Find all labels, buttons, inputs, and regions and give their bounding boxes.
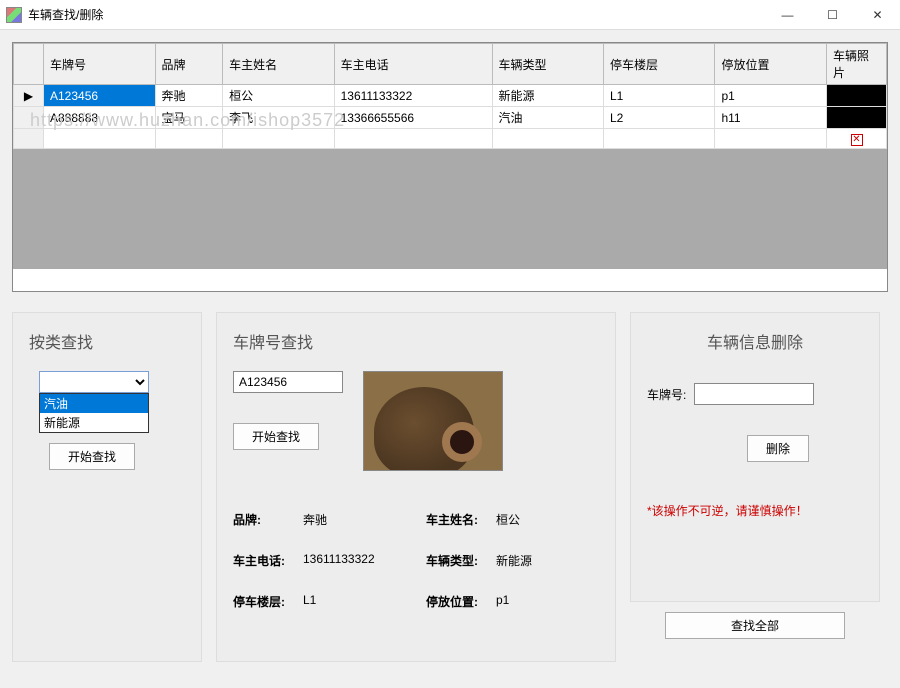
table-row[interactable]: ▶ A123456 奔驰 桓公 13611133322 新能源 L1 p1 [14, 85, 887, 107]
value-brand: 奔驰 [303, 511, 327, 528]
bottom-panels: 按类查找 汽油 新能源 开始查找 车牌号查找 开始查找 [12, 312, 888, 662]
maximize-button[interactable]: ☐ [810, 0, 855, 30]
vehicle-details-grid: 品牌: 奔驰 车主姓名: 桓公 车主电话: 13611133322 车辆类型: … [233, 511, 599, 610]
cell-pos[interactable]: h11 [715, 107, 827, 129]
cell-photo-placeholder[interactable]: ✕ [827, 129, 887, 149]
plate-search-input[interactable] [233, 371, 343, 393]
cell-photo[interactable] [827, 107, 887, 129]
window-title: 车辆查找/删除 [28, 6, 765, 23]
vehicle-data-grid[interactable]: 车牌号 品牌 车主姓名 车主电话 车辆类型 停车楼层 停放位置 车辆照片 ▶ A… [13, 43, 887, 149]
cell-type[interactable]: 汽油 [492, 107, 603, 129]
category-combobox[interactable] [39, 371, 149, 393]
col-photo[interactable]: 车辆照片 [827, 44, 887, 85]
col-floor[interactable]: 停车楼层 [603, 44, 714, 85]
content-area: https://www.huzhan.com/ishop3572 车牌号 品牌 … [0, 30, 900, 688]
grid-empty-area [13, 149, 887, 269]
label-owner: 车主姓名: [426, 511, 486, 528]
cell-owner[interactable]: 桓公 [223, 85, 334, 107]
cell-phone[interactable]: 13611133322 [334, 85, 492, 107]
minimize-button[interactable]: — [765, 0, 810, 30]
value-floor: L1 [303, 593, 316, 610]
plate-panel-title: 车牌号查找 [233, 329, 599, 353]
category-search-panel: 按类查找 汽油 新能源 开始查找 [12, 312, 202, 662]
window-controls: — ☐ ✕ [765, 0, 900, 30]
category-search-button[interactable]: 开始查找 [49, 443, 135, 470]
cell-type[interactable]: 新能源 [492, 85, 603, 107]
delete-plate-input[interactable] [694, 383, 814, 405]
cell-floor[interactable]: L2 [603, 107, 714, 129]
cell-brand[interactable]: 宝马 [155, 107, 223, 129]
cell-plate[interactable]: A123456 [44, 85, 156, 107]
delete-plate-label: 车牌号: [647, 386, 686, 403]
data-grid-panel: 车牌号 品牌 车主姓名 车主电话 车辆类型 停车楼层 停放位置 车辆照片 ▶ A… [12, 42, 888, 292]
delete-panel: 车辆信息删除 车牌号: 删除 *该操作不可逆，请谨慎操作！ [630, 312, 880, 602]
category-dropdown-wrap: 汽油 新能源 [39, 371, 149, 393]
row-indicator [14, 107, 44, 129]
new-row[interactable]: ✕ [14, 129, 887, 149]
vehicle-photo-preview [363, 371, 503, 471]
cell-brand[interactable]: 奔驰 [155, 85, 223, 107]
category-dropdown-list: 汽油 新能源 [39, 393, 149, 433]
cell-photo[interactable] [827, 85, 887, 107]
combo-option-newenergy[interactable]: 新能源 [40, 413, 148, 432]
label-brand: 品牌: [233, 511, 293, 528]
col-pos[interactable]: 停放位置 [715, 44, 827, 85]
delete-panel-title: 车辆信息删除 [647, 329, 863, 353]
image-error-icon: ✕ [851, 134, 863, 146]
col-brand[interactable]: 品牌 [155, 44, 223, 85]
row-indicator: ▶ [14, 85, 44, 107]
cell-plate[interactable]: A888888 [44, 107, 156, 129]
col-phone[interactable]: 车主电话 [334, 44, 492, 85]
delete-warning-text: *该操作不可逆，请谨慎操作！ [647, 502, 863, 519]
delete-button[interactable]: 删除 [747, 435, 809, 462]
titlebar: 车辆查找/删除 — ☐ ✕ [0, 0, 900, 30]
table-row[interactable]: A888888 宝马 李飞 13366655566 汽油 L2 h11 [14, 107, 887, 129]
app-icon [6, 7, 22, 23]
row-header-corner [14, 44, 44, 85]
label-pos: 停放位置: [426, 593, 486, 610]
search-all-button[interactable]: 查找全部 [665, 612, 845, 639]
label-type: 车辆类型: [426, 552, 486, 569]
label-phone: 车主电话: [233, 552, 293, 569]
value-phone: 13611133322 [303, 552, 375, 569]
category-panel-title: 按类查找 [29, 329, 185, 353]
close-button[interactable]: ✕ [855, 0, 900, 30]
app-window: 车辆查找/删除 — ☐ ✕ https://www.huzhan.com/ish… [0, 0, 900, 688]
label-floor: 停车楼层: [233, 593, 293, 610]
col-type[interactable]: 车辆类型 [492, 44, 603, 85]
cell-pos[interactable]: p1 [715, 85, 827, 107]
combo-option-gasoline[interactable]: 汽油 [40, 394, 148, 413]
col-owner[interactable]: 车主姓名 [223, 44, 334, 85]
value-pos: p1 [496, 593, 509, 610]
cell-phone[interactable]: 13366655566 [334, 107, 492, 129]
row-indicator [14, 129, 44, 149]
plate-search-panel: 车牌号查找 开始查找 品牌: [216, 312, 616, 662]
cell-owner[interactable]: 李飞 [223, 107, 334, 129]
value-owner: 桓公 [496, 511, 520, 528]
plate-search-button[interactable]: 开始查找 [233, 423, 319, 450]
col-plate[interactable]: 车牌号 [44, 44, 156, 85]
value-type: 新能源 [496, 552, 532, 569]
cell-floor[interactable]: L1 [603, 85, 714, 107]
